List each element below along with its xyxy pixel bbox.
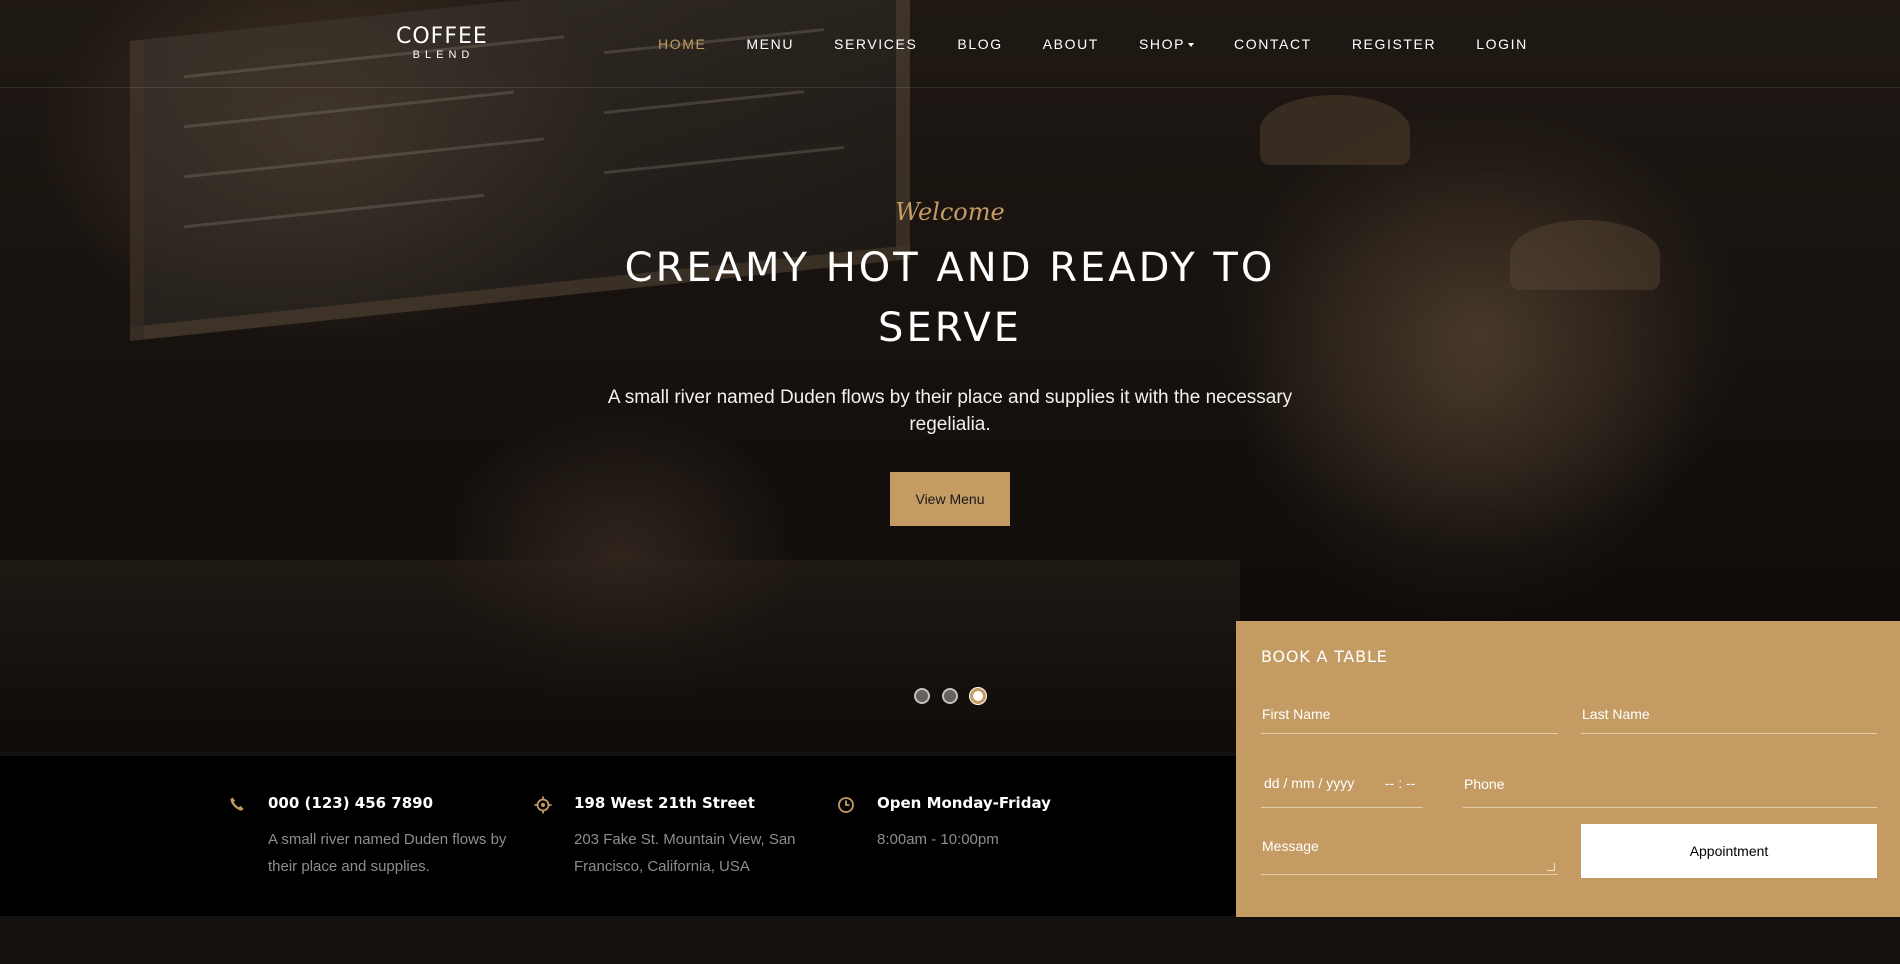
hero-subline: A small river named Duden flows by their…	[607, 387, 1293, 435]
nav-item-register[interactable]: REGISTER	[1352, 36, 1436, 52]
message-textarea[interactable]	[1261, 824, 1558, 874]
slider-dot-3[interactable]	[970, 688, 986, 704]
nav-item-contact[interactable]: CONTACT	[1234, 36, 1312, 52]
first-name-input[interactable]	[1261, 694, 1558, 733]
nav-menu: HOME MENU SERVICES BLOG ABOUT SHOP CONTA…	[658, 36, 1568, 52]
top-navigation: COFFEE BLEND HOME MENU SERVICES BLOG ABO…	[0, 0, 1900, 88]
book-table-title: BOOK A TABLE	[1261, 647, 1388, 666]
site-logo[interactable]: COFFEE BLEND	[396, 24, 488, 62]
slider-dot-2[interactable]	[942, 688, 958, 704]
info-phone-title: 000 (123) 456 7890	[268, 794, 434, 812]
logo-tagline: BLEND	[412, 49, 475, 61]
book-table-form: BOOK A TABLE dd / mm / yyyy -- : -- Appo…	[1236, 621, 1900, 917]
hero-welcome: Welcome	[895, 198, 1005, 226]
time-input[interactable]: -- : --	[1385, 775, 1415, 791]
nav-item-services[interactable]: SERVICES	[834, 36, 917, 52]
info-hours-title: Open Monday-Friday	[877, 794, 1051, 812]
page: Welcome CREAMY HOT AND READY TO SERVE A …	[0, 0, 1900, 964]
phone-icon	[228, 796, 246, 814]
slider-dot-1[interactable]	[914, 688, 930, 704]
logo-name: COFFEE	[396, 24, 488, 49]
info-phone-text: A small river named Duden flows by their…	[268, 831, 507, 875]
nav-item-home[interactable]: HOME	[658, 36, 706, 52]
info-address-title: 198 West 21th Street	[574, 794, 755, 812]
info-bar: 000 (123) 456 7890 A small river named D…	[0, 756, 1236, 916]
nav-item-about[interactable]: ABOUT	[1043, 36, 1099, 52]
view-menu-button[interactable]: View Menu	[890, 472, 1010, 526]
nav-item-login[interactable]: LOGIN	[1476, 36, 1528, 52]
first-name-field[interactable]	[1261, 694, 1558, 734]
chevron-down-icon	[1188, 43, 1195, 48]
message-field[interactable]	[1261, 824, 1558, 875]
page-bottom-strip	[0, 916, 1900, 964]
slider-dots	[914, 688, 998, 704]
resize-handle-icon[interactable]	[1547, 863, 1555, 871]
nav-item-menu[interactable]: MENU	[746, 36, 794, 52]
nav-item-blog[interactable]: BLOG	[957, 36, 1002, 52]
hero-headline: CREAMY HOT AND READY TO SERVE	[624, 245, 1276, 351]
phone-field[interactable]	[1463, 761, 1877, 808]
date-field[interactable]: dd / mm / yyyy -- : --	[1261, 761, 1423, 808]
appointment-button[interactable]: Appointment	[1581, 824, 1877, 878]
location-icon	[534, 796, 552, 814]
last-name-input[interactable]	[1581, 694, 1877, 733]
date-input[interactable]: dd / mm / yyyy	[1264, 775, 1354, 791]
info-hours-text: 8:00am - 10:00pm	[877, 831, 999, 848]
hero-content: Welcome CREAMY HOT AND READY TO SERVE A …	[560, 198, 1340, 526]
clock-icon	[837, 796, 855, 814]
nav-item-shop-label: SHOP	[1138, 36, 1186, 52]
info-address-text: 203 Fake St. Mountain View, San Francisc…	[574, 831, 796, 875]
nav-item-shop[interactable]: SHOP	[1138, 36, 1195, 52]
last-name-field[interactable]	[1581, 694, 1877, 734]
phone-input[interactable]	[1463, 761, 1877, 807]
